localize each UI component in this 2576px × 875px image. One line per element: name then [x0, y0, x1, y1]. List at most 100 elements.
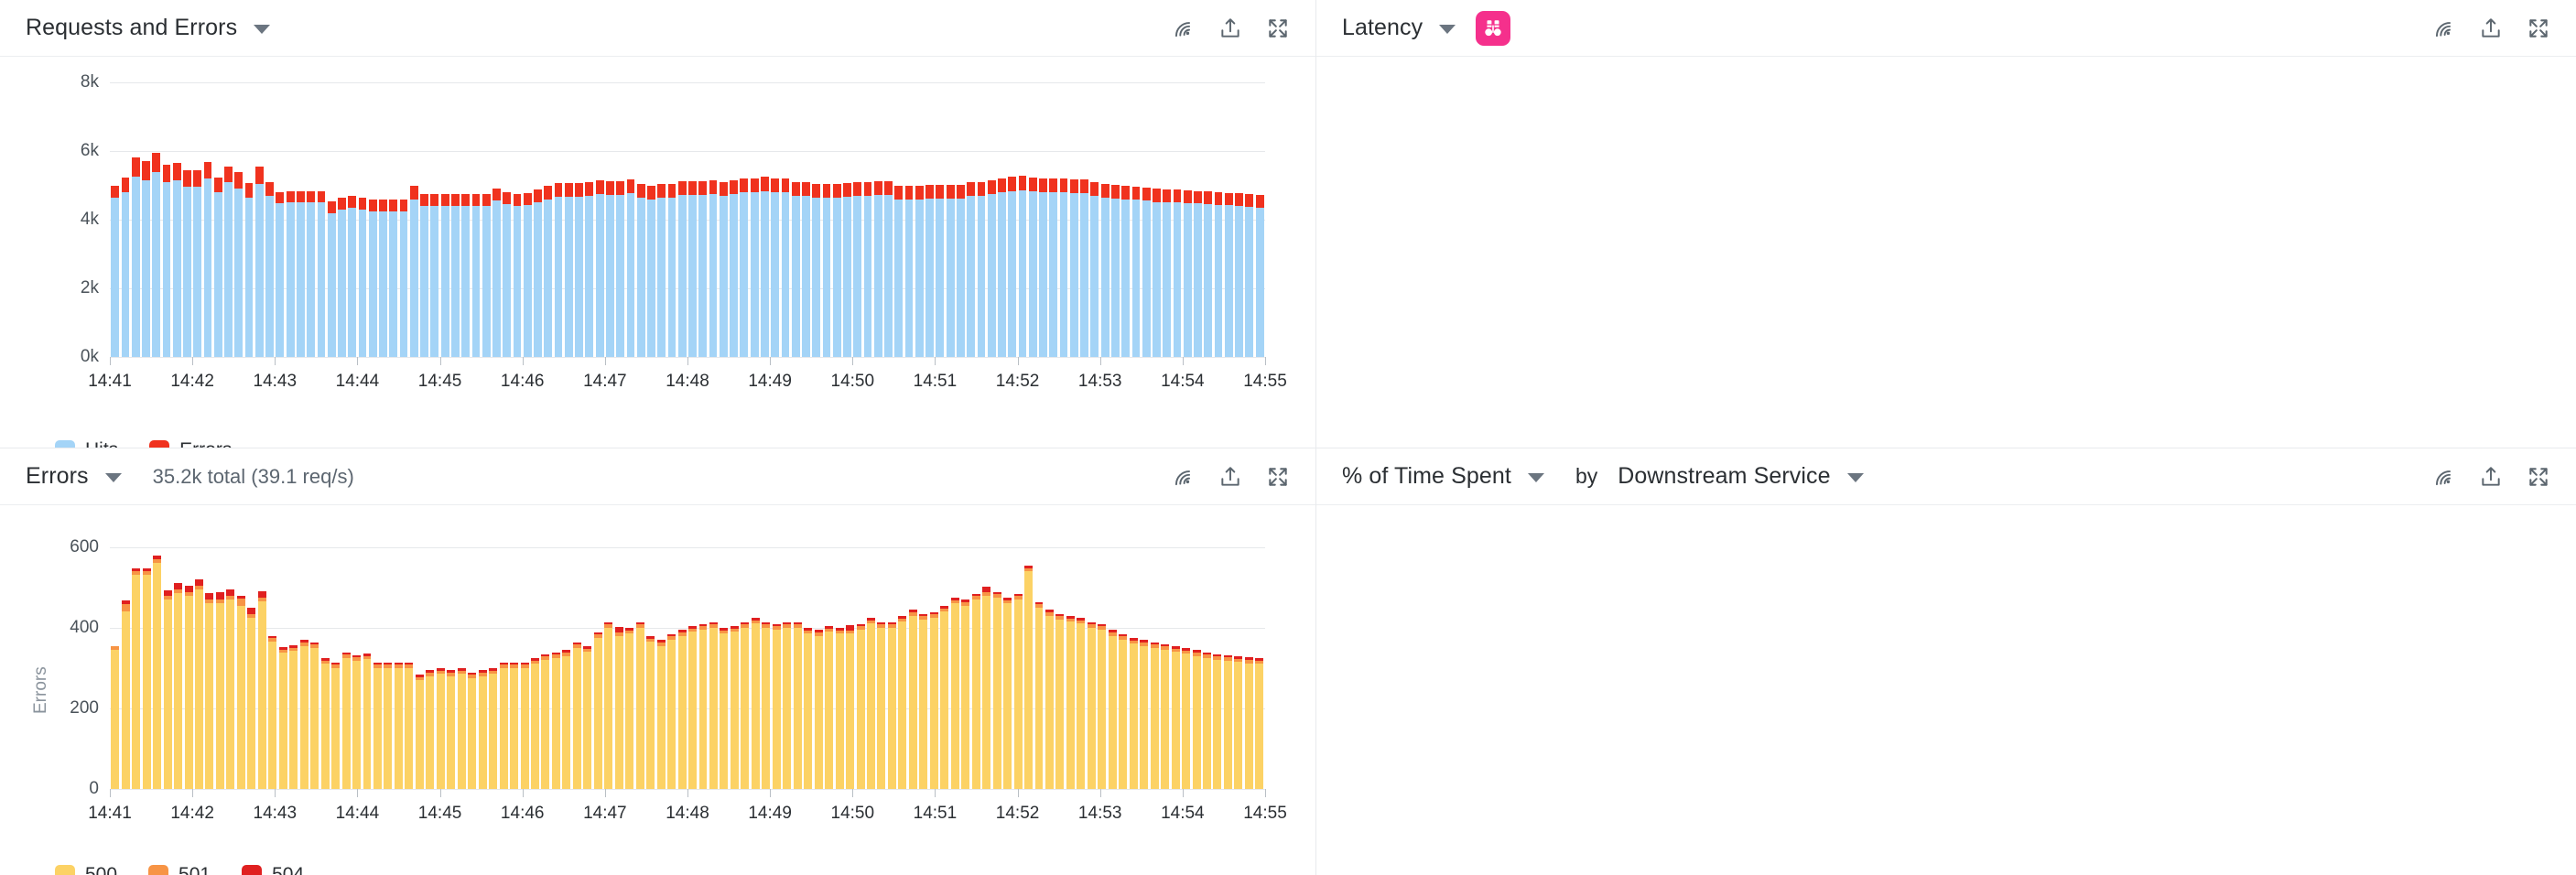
- bar[interactable]: [1076, 531, 1086, 789]
- bar[interactable]: [729, 82, 739, 357]
- bar[interactable]: [225, 531, 235, 789]
- bar[interactable]: [523, 82, 533, 357]
- bar[interactable]: [1120, 82, 1131, 357]
- bar[interactable]: [574, 82, 584, 357]
- bar[interactable]: [233, 82, 244, 357]
- bar[interactable]: [306, 82, 316, 357]
- bar[interactable]: [832, 82, 842, 357]
- bar[interactable]: [792, 531, 802, 789]
- bar[interactable]: [368, 82, 378, 357]
- bar[interactable]: [751, 531, 761, 789]
- bar[interactable]: [862, 82, 872, 357]
- bar[interactable]: [1213, 82, 1223, 357]
- bar[interactable]: [141, 531, 151, 789]
- bar[interactable]: [1079, 82, 1089, 357]
- bar[interactable]: [1044, 531, 1055, 789]
- bar[interactable]: [1128, 531, 1138, 789]
- panel-title-errors[interactable]: Errors: [26, 463, 89, 490]
- bar[interactable]: [1058, 82, 1068, 357]
- legend-item[interactable]: 501: [148, 864, 211, 875]
- bar[interactable]: [615, 82, 625, 357]
- bar[interactable]: [1066, 531, 1076, 789]
- bar[interactable]: [645, 531, 655, 789]
- bar[interactable]: [288, 531, 298, 789]
- bar[interactable]: [866, 531, 876, 789]
- bar[interactable]: [708, 82, 718, 357]
- bar[interactable]: [1012, 531, 1023, 789]
- bar[interactable]: [593, 531, 603, 789]
- bar[interactable]: [257, 531, 267, 789]
- bar[interactable]: [352, 531, 362, 789]
- bar[interactable]: [997, 82, 1007, 357]
- bar[interactable]: [330, 531, 341, 789]
- bar[interactable]: [893, 82, 904, 357]
- bar[interactable]: [1017, 82, 1027, 357]
- bar[interactable]: [398, 82, 408, 357]
- bar[interactable]: [1254, 82, 1264, 357]
- bar[interactable]: [450, 82, 460, 357]
- bar[interactable]: [842, 82, 852, 357]
- bar[interactable]: [1023, 531, 1034, 789]
- chevron-down-icon[interactable]: [104, 472, 122, 482]
- bar[interactable]: [1234, 82, 1244, 357]
- bar[interactable]: [698, 82, 708, 357]
- bar[interactable]: [803, 531, 813, 789]
- bar[interactable]: [1131, 82, 1141, 357]
- bar[interactable]: [1110, 82, 1120, 357]
- bar[interactable]: [1097, 531, 1107, 789]
- bar[interactable]: [1038, 82, 1048, 357]
- bar[interactable]: [265, 82, 275, 357]
- bar[interactable]: [194, 531, 204, 789]
- chevron-down-icon[interactable]: [1439, 24, 1456, 34]
- bar[interactable]: [897, 531, 907, 789]
- bar[interactable]: [1224, 82, 1234, 357]
- bar[interactable]: [603, 531, 613, 789]
- bar[interactable]: [915, 82, 925, 357]
- bar[interactable]: [646, 82, 656, 357]
- watchdog-badge[interactable]: [1476, 10, 1511, 46]
- bar[interactable]: [378, 82, 388, 357]
- bar[interactable]: [1160, 531, 1170, 789]
- legend-item[interactable]: 504: [242, 864, 304, 875]
- bar[interactable]: [1244, 82, 1254, 357]
- bar[interactable]: [1007, 82, 1017, 357]
- bar[interactable]: [409, 82, 419, 357]
- bar[interactable]: [636, 82, 646, 357]
- panel-title-latency[interactable]: Latency: [1342, 15, 1423, 41]
- bar[interactable]: [956, 82, 966, 357]
- bar[interactable]: [533, 82, 543, 357]
- bar[interactable]: [709, 531, 719, 789]
- bar[interactable]: [876, 531, 886, 789]
- bar[interactable]: [415, 531, 425, 789]
- bar[interactable]: [151, 82, 161, 357]
- bar[interactable]: [1034, 531, 1044, 789]
- bar[interactable]: [1193, 82, 1203, 357]
- bar[interactable]: [267, 531, 277, 789]
- bar[interactable]: [204, 531, 214, 789]
- bar[interactable]: [551, 531, 561, 789]
- bar[interactable]: [782, 531, 792, 789]
- bar[interactable]: [1028, 82, 1038, 357]
- bar[interactable]: [460, 82, 471, 357]
- chevron-down-icon[interactable]: [254, 24, 271, 34]
- bar[interactable]: [502, 82, 512, 357]
- bar[interactable]: [543, 82, 553, 357]
- bar[interactable]: [362, 531, 372, 789]
- bar[interactable]: [296, 82, 306, 357]
- bar[interactable]: [1069, 82, 1079, 357]
- bar[interactable]: [1152, 82, 1162, 357]
- bar[interactable]: [236, 531, 246, 789]
- bar[interactable]: [446, 531, 456, 789]
- bar[interactable]: [152, 531, 162, 789]
- bar[interactable]: [655, 531, 666, 789]
- bar[interactable]: [419, 82, 429, 357]
- bar[interactable]: [624, 531, 634, 789]
- bar[interactable]: [1212, 531, 1222, 789]
- bar[interactable]: [740, 531, 750, 789]
- bar[interactable]: [337, 82, 347, 357]
- legend-item[interactable]: Errors: [149, 439, 232, 448]
- bar[interactable]: [987, 82, 997, 357]
- bar[interactable]: [327, 82, 337, 357]
- bar[interactable]: [772, 531, 782, 789]
- bar[interactable]: [512, 82, 522, 357]
